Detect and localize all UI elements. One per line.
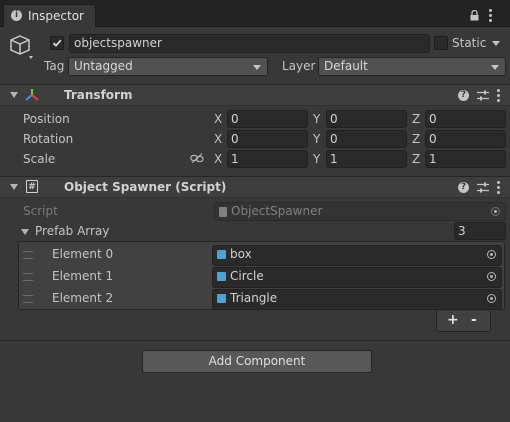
- position-x-label: X: [214, 112, 223, 126]
- script-label: Script: [23, 204, 58, 218]
- array-size-field[interactable]: 3: [454, 222, 506, 240]
- scale-z-label: Z: [412, 152, 421, 166]
- layer-dropdown[interactable]: Default: [318, 57, 506, 76]
- rotation-y-field[interactable]: 0: [326, 130, 407, 148]
- rotation-x-label: X: [214, 132, 223, 146]
- tab-label: Inspector: [28, 9, 84, 23]
- checkbox-check-icon: [52, 39, 62, 47]
- object-spawner-header[interactable]: # Object Spawner (Script) ?: [0, 176, 510, 198]
- rotation-x-field[interactable]: 0: [227, 130, 308, 148]
- script-icon: #: [26, 180, 38, 193]
- position-y-label: Y: [313, 112, 321, 126]
- script-value: ObjectSpawner: [231, 204, 323, 218]
- help-icon[interactable]: ?: [458, 90, 469, 101]
- drag-handle-icon[interactable]: [23, 295, 33, 303]
- prefab-cube-icon: [217, 272, 226, 281]
- prefab-cube-icon: [217, 294, 226, 303]
- kebab-menu-icon[interactable]: [497, 89, 500, 102]
- preset-icon[interactable]: [477, 90, 489, 101]
- scale-label: Scale: [23, 152, 56, 166]
- foldout-arrow-icon[interactable]: [10, 92, 18, 98]
- gameobject-cube-icon: [10, 35, 33, 59]
- preset-icon[interactable]: [477, 182, 489, 193]
- dropdown-arrow-icon: [253, 65, 261, 70]
- add-element-button[interactable]: +: [447, 312, 459, 328]
- foldout-arrow-icon[interactable]: [10, 184, 18, 190]
- tag-label: Tag: [44, 59, 65, 73]
- dropdown-arrow-icon: [491, 65, 499, 70]
- element-value: box: [230, 247, 252, 261]
- help-icon[interactable]: ?: [458, 182, 469, 193]
- scale-x-field[interactable]: 1: [227, 150, 308, 168]
- position-y-field[interactable]: 0: [326, 110, 407, 128]
- lock-icon[interactable]: [470, 9, 479, 21]
- object-picker-icon[interactable]: [487, 294, 496, 303]
- kebab-menu-icon[interactable]: [497, 181, 500, 194]
- rotation-z-label: Z: [412, 132, 421, 146]
- divider: [0, 340, 510, 341]
- drag-handle-icon[interactable]: [23, 273, 33, 281]
- static-checkbox[interactable]: [434, 36, 448, 50]
- active-checkbox[interactable]: [50, 36, 64, 50]
- add-component-button[interactable]: Add Component: [142, 350, 372, 373]
- tab-toolbar: [470, 8, 504, 22]
- object-picker-icon[interactable]: [487, 250, 496, 259]
- rotation-y-label: Y: [313, 132, 321, 146]
- position-z-field[interactable]: 0: [425, 110, 506, 128]
- kebab-menu-icon[interactable]: [489, 8, 492, 22]
- list-item[interactable]: Element 0 box: [19, 245, 504, 266]
- static-dropdown-arrow-icon[interactable]: [492, 41, 500, 46]
- list-footer: + -: [436, 311, 491, 332]
- layer-label: Layer: [282, 59, 316, 73]
- rotation-label: Rotation: [23, 132, 74, 146]
- element-label: Element 1: [52, 269, 114, 283]
- tag-dropdown[interactable]: Untagged: [68, 57, 268, 76]
- link-scale-icon[interactable]: [190, 153, 204, 164]
- tab-inspector[interactable]: i Inspector: [3, 4, 96, 27]
- object-name-input[interactable]: objectspawner: [69, 34, 430, 53]
- scale-y-field[interactable]: 1: [326, 150, 407, 168]
- object-picker-icon: [491, 207, 500, 216]
- element-value: Circle: [230, 269, 264, 283]
- static-label: Static: [452, 36, 487, 50]
- remove-element-button[interactable]: -: [471, 312, 477, 328]
- list-item[interactable]: Element 1 Circle: [19, 267, 504, 288]
- position-x-field[interactable]: 0: [227, 110, 308, 128]
- transform-header[interactable]: Transform ?: [0, 84, 510, 106]
- prefab-array-label: Prefab Array: [35, 224, 110, 238]
- prefab-cube-icon: [217, 250, 226, 259]
- element-label: Element 2: [52, 291, 114, 305]
- script-file-icon: [219, 207, 227, 217]
- object-spawner-title: Object Spawner (Script): [64, 180, 227, 194]
- position-z-label: Z: [412, 112, 421, 126]
- scale-y-label: Y: [313, 152, 321, 166]
- element-object-field[interactable]: Triangle: [212, 289, 502, 310]
- element-object-field[interactable]: box: [212, 245, 502, 266]
- info-icon: i: [11, 10, 22, 21]
- script-field: ObjectSpawner: [214, 202, 506, 221]
- tag-value: Untagged: [74, 59, 133, 73]
- element-value: Triangle: [230, 291, 278, 305]
- transform-icon: [25, 89, 39, 101]
- object-picker-icon[interactable]: [487, 272, 496, 281]
- scale-z-field[interactable]: 1: [425, 150, 506, 168]
- layer-value: Default: [324, 59, 368, 73]
- list-item[interactable]: Element 2 Triangle: [19, 289, 504, 310]
- element-object-field[interactable]: Circle: [212, 267, 502, 288]
- transform-title: Transform: [64, 88, 133, 102]
- drag-handle-icon[interactable]: [23, 251, 33, 259]
- scale-x-label: X: [214, 152, 223, 166]
- element-label: Element 0: [52, 247, 114, 261]
- rotation-z-field[interactable]: 0: [425, 130, 506, 148]
- position-label: Position: [23, 112, 70, 126]
- prefab-array-foldout-icon[interactable]: [21, 229, 29, 235]
